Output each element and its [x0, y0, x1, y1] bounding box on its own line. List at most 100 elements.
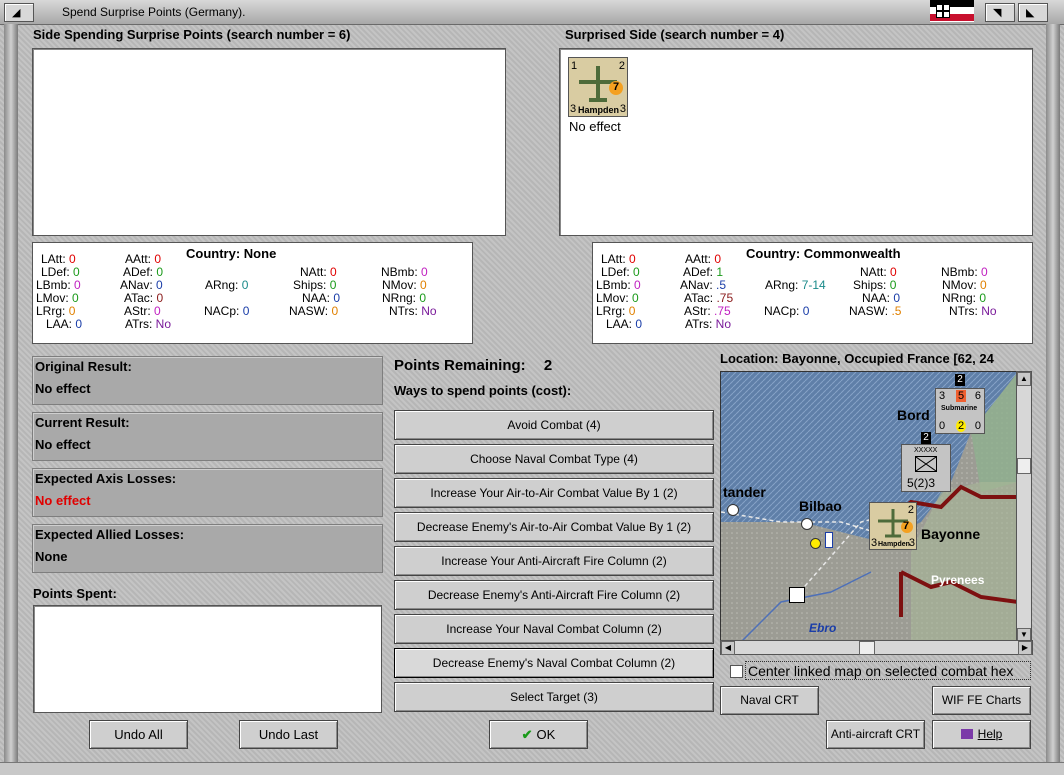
points-spent-list[interactable]: [33, 605, 382, 713]
stat-label: NASW:: [289, 304, 332, 318]
hampden-unit-counter[interactable]: 1 2 7 3 Hampden 3: [568, 57, 628, 117]
original-result-value: No effect: [35, 381, 91, 396]
help-button[interactable]: Help: [932, 720, 1031, 749]
stat-nmov: NMov: 0: [382, 278, 427, 292]
close-button[interactable]: ◣: [1018, 3, 1048, 22]
stat-label: NACp:: [204, 304, 243, 318]
stat-value: 0: [980, 278, 987, 292]
stat-value: 0: [632, 291, 639, 305]
sub-value-d: 0: [939, 420, 946, 432]
map-air-name: Hampden: [878, 541, 910, 548]
decrease-enemy-air-to-air-button[interactable]: Decrease Enemy's Air-to-Air Combat Value…: [394, 512, 714, 542]
map-hampden-counter[interactable]: 2 7 3 Hampden 3: [869, 502, 917, 550]
pyrenees-label: Pyrenees: [931, 573, 985, 587]
undo-last-button[interactable]: Undo Last: [239, 720, 338, 749]
country-line: Country: Commonwealth: [746, 246, 901, 261]
stat-nbmb: NBmb: 0: [941, 265, 988, 279]
stat-label: ARng:: [205, 278, 242, 292]
stat-lmov: LMov: 0: [596, 291, 639, 305]
ways-to-spend-label: Ways to spend points (cost):: [394, 383, 572, 398]
submarine-label: Submarine: [941, 405, 978, 412]
stat-lbmb: LBmb: 0: [596, 278, 641, 292]
stat-nrng: NRng: 0: [942, 291, 986, 305]
book-icon: [960, 729, 973, 739]
right-frame-rail: [1046, 24, 1060, 764]
allied-losses-label: Expected Allied Losses:: [35, 527, 185, 542]
port-icon: [727, 504, 739, 516]
stat-label: NMov:: [942, 278, 981, 292]
unit-result: No effect: [569, 119, 621, 134]
surprised-units-list[interactable]: 1 2 7 3 Hampden 3 No effect: [559, 48, 1033, 236]
map-horizontal-scrollbar[interactable]: ◀ ▶: [720, 640, 1033, 655]
increase-naval-combat-button[interactable]: Increase Your Naval Combat Column (2): [394, 614, 714, 644]
linked-map[interactable]: Bord tander Bilbao Bayonne Pyrenees Ebro…: [720, 371, 1019, 643]
sub-value-a: 3: [939, 390, 946, 402]
decrease-enemy-naval-combat-button[interactable]: Decrease Enemy's Naval Combat Column (2): [394, 648, 714, 678]
center-linked-checkbox[interactable]: [730, 665, 743, 678]
system-menu-button[interactable]: ◢: [4, 3, 34, 22]
scroll-up-icon[interactable]: ▲: [1017, 372, 1031, 386]
stat-value: 0: [634, 278, 641, 292]
stat-value: 0: [73, 265, 80, 279]
select-target-button[interactable]: Select Target (3): [394, 682, 714, 712]
stat-nasw: NASW: 0: [289, 304, 338, 318]
decrease-enemy-anti-aircraft-button[interactable]: Decrease Enemy's Anti-Aircraft Fire Colu…: [394, 580, 714, 610]
stat-label: LDef:: [41, 265, 74, 279]
map-air-attack: 7: [903, 520, 910, 532]
stat-ldef: LDef: 0: [41, 265, 80, 279]
center-linked-label[interactable]: Center linked map on selected combat hex: [745, 661, 1031, 680]
naval-crt-button[interactable]: Naval CRT: [720, 686, 819, 715]
undo-all-button[interactable]: Undo All: [89, 720, 188, 749]
ok-button[interactable]: ✔ OK: [489, 720, 588, 749]
scroll-thumb[interactable]: [859, 641, 875, 655]
scroll-left-icon[interactable]: ◀: [721, 641, 735, 655]
stat-value: 0: [981, 265, 988, 279]
stat-label: ADef:: [123, 265, 157, 279]
infantry-icon: [915, 456, 937, 472]
ebro-label: Ebro: [809, 621, 837, 635]
stat-nacp: NACp: 0: [204, 304, 249, 318]
sub-value-f: 0: [974, 420, 981, 432]
stat-label: ARng:: [765, 278, 802, 292]
spending-units-list[interactable]: [32, 48, 506, 236]
oil-icon: [825, 532, 833, 548]
stat-label: NMov:: [382, 278, 421, 292]
stat-value: 7-14: [801, 278, 826, 292]
hq-unit-counter[interactable]: XXXXX 5(2)3: [901, 444, 951, 492]
stat-value: 0: [68, 304, 76, 318]
stat-value: .75: [716, 291, 734, 305]
stat-label: LAA:: [606, 317, 636, 331]
minimize-button[interactable]: ◥: [985, 3, 1015, 22]
increase-anti-aircraft-button[interactable]: Increase Your Anti-Aircraft Fire Column …: [394, 546, 714, 576]
anti-aircraft-crt-button[interactable]: Anti-aircraft CRT: [826, 720, 925, 749]
unit-attack: 7: [613, 81, 620, 93]
window-title: Spend Surprise Points (Germany).: [62, 5, 246, 19]
status-strip: [0, 762, 1064, 775]
stat-value: 0: [628, 304, 636, 318]
stat-anav: ANav: 0: [120, 278, 163, 292]
wif-fe-charts-button[interactable]: WIF FE Charts: [932, 686, 1031, 715]
stat-nrng: NRng: 0: [382, 291, 426, 305]
points-remaining-value: 2: [543, 357, 553, 374]
map-vertical-scrollbar[interactable]: ▲ ▼: [1016, 371, 1032, 643]
scroll-thumb[interactable]: [1017, 458, 1031, 474]
triangle-icon: ◣: [1026, 7, 1035, 19]
stat-value: 0: [154, 304, 161, 318]
increase-air-to-air-button[interactable]: Increase Your Air-to-Air Combat Value By…: [394, 478, 714, 508]
scroll-right-icon[interactable]: ▶: [1018, 641, 1032, 655]
avoid-combat-button[interactable]: Avoid Combat (4): [394, 410, 714, 440]
stat-atac: ATac: .75: [684, 291, 733, 305]
allied-losses-value: None: [35, 549, 68, 564]
stat-lrrg: LRrg: 0: [596, 304, 635, 318]
choose-naval-combat-type-button[interactable]: Choose Naval Combat Type (4): [394, 444, 714, 474]
current-result-label: Current Result:: [35, 415, 130, 430]
stat-label: ATac:: [124, 291, 157, 305]
stat-label: LBmb:: [36, 278, 75, 292]
submarine-unit-counter[interactable]: 3 5 6 Submarine 0 2 0: [935, 388, 985, 434]
sub-value-b: 5: [956, 390, 967, 402]
stat-value: 0: [75, 317, 83, 331]
stat-astr: AStr: 0: [124, 304, 161, 318]
map-air-top: 2: [907, 504, 914, 516]
spending-stats-panel: Country: None LAtt: 0 LDef: 0 LBmb: 0 LMov:…: [32, 242, 473, 344]
santander-label: tander: [723, 484, 766, 500]
